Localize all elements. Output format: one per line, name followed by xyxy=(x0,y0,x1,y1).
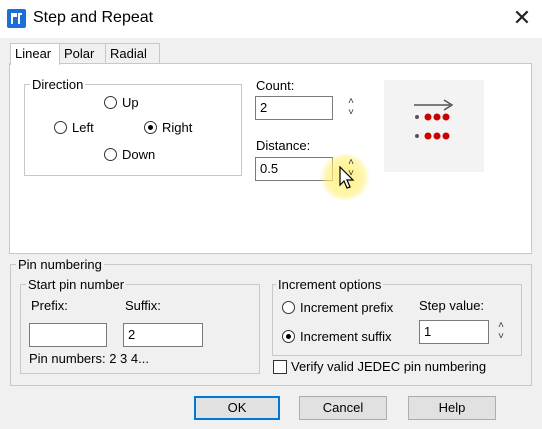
start-pin-label: Start pin number xyxy=(26,277,127,292)
tab-linear[interactable]: Linear xyxy=(10,43,60,65)
cancel-button[interactable]: Cancel xyxy=(299,396,387,420)
step-repeat-app-icon xyxy=(7,9,26,28)
direction-down-radio[interactable] xyxy=(104,148,117,161)
close-icon[interactable]: ✕ xyxy=(510,6,534,30)
step-value-label: Step value: xyxy=(419,298,485,313)
count-input[interactable]: 2 xyxy=(255,96,333,120)
count-label: Count: xyxy=(256,78,295,93)
suffix-label: Suffix: xyxy=(125,298,161,313)
verify-jedec-label: Verify valid JEDEC pin numbering xyxy=(291,359,487,374)
prefix-input[interactable] xyxy=(29,323,107,347)
direction-right-label: Right xyxy=(162,120,193,135)
direction-down-label: Down xyxy=(122,147,156,162)
suffix-input[interactable]: 2 xyxy=(123,323,203,347)
step-value-input[interactable]: 1 xyxy=(419,320,489,344)
window-title: Step and Repeat xyxy=(33,9,154,26)
direction-preview xyxy=(384,80,484,172)
direction-right-radio[interactable] xyxy=(144,121,157,134)
step-spin-down-icon[interactable]: ˅ xyxy=(495,332,507,342)
ok-button[interactable]: OK xyxy=(194,396,280,420)
step-spin-up-icon[interactable]: ˄ xyxy=(495,321,507,331)
increment-prefix-label: Increment prefix xyxy=(300,300,394,315)
pin-numbering-label: Pin numbering xyxy=(16,257,104,272)
count-spin-up-icon[interactable]: ˄ xyxy=(345,97,357,107)
verify-jedec-checkbox[interactable] xyxy=(273,360,287,374)
tab-radial[interactable]: Radial xyxy=(105,43,160,64)
help-button[interactable]: Help xyxy=(408,396,496,420)
tab-polar[interactable]: Polar xyxy=(59,43,107,64)
increment-options-label: Increment options xyxy=(276,277,384,292)
direction-up-label: Up xyxy=(122,95,139,110)
pin-numbers-preview: Pin numbers: 2 3 4... xyxy=(29,351,149,366)
increment-suffix-label: Increment suffix xyxy=(300,329,392,344)
distance-label: Distance: xyxy=(256,138,311,153)
direction-left-label: Left xyxy=(72,120,94,135)
count-spin-down-icon[interactable]: ˅ xyxy=(345,108,357,118)
direction-up-radio[interactable] xyxy=(104,96,117,109)
direction-left-radio[interactable] xyxy=(54,121,67,134)
increment-suffix-radio[interactable] xyxy=(282,330,295,343)
mouse-cursor-icon xyxy=(339,166,355,189)
prefix-label: Prefix: xyxy=(31,298,68,313)
direction-label: Direction xyxy=(30,77,86,92)
pin-pattern-preview-icon xyxy=(414,99,454,140)
increment-prefix-radio[interactable] xyxy=(282,301,295,314)
